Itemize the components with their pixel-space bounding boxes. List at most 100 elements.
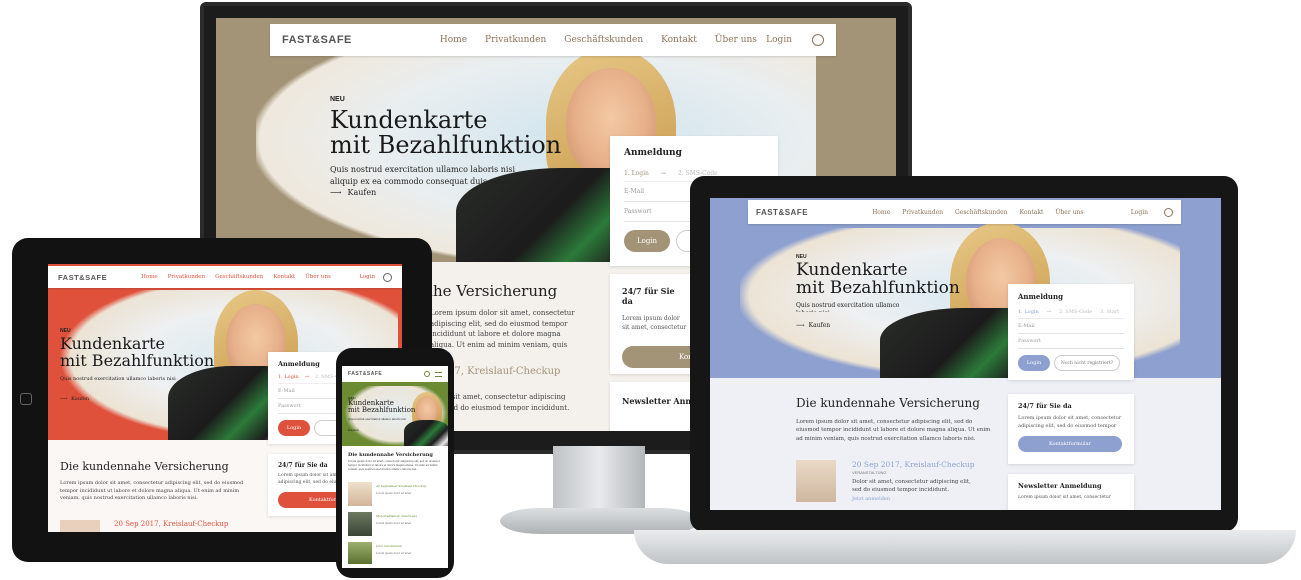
hero-title-line1: Kundenkarte <box>330 106 488 134</box>
nav-kontakt[interactable]: Kontakt <box>661 35 697 45</box>
login-button[interactable]: Login <box>624 230 670 252</box>
section-text: Lorem ipsum dolor sit amet, consectetur … <box>348 460 440 471</box>
contact-button[interactable]: Kontaktformular <box>1018 436 1122 452</box>
laptop-base <box>634 530 1296 564</box>
phone-item-title-1[interactable]: 20 September Kreislauf-Checkup <box>376 484 442 488</box>
hero-text: Quis nostrud exercitation ullamco labori… <box>796 302 900 312</box>
arrow-right-icon: ⟶ <box>60 396 68 402</box>
hero-title-line2: mit Bezahlfunktion <box>60 350 215 370</box>
event-date: 20 Sep 2017, Kreislauf-Checkup <box>852 460 975 469</box>
logo[interactable]: FAST&SAFE <box>756 208 808 217</box>
section-text: Lorem ipsum dolor sit amet, consectetur … <box>60 480 244 501</box>
login-button[interactable]: Login <box>1018 355 1050 371</box>
service-text: Lorem ipsum dolor sit amet, consectetur … <box>622 315 687 331</box>
event-image <box>60 520 100 532</box>
nav-home[interactable]: Home <box>872 209 890 216</box>
phone-item-image-1 <box>348 482 372 506</box>
nav-kontakt[interactable]: Kontakt <box>1020 209 1044 216</box>
nav-geschaeftskunden[interactable]: Geschäftskunden <box>215 274 263 280</box>
nav-kontakt[interactable]: Kontakt <box>273 274 295 280</box>
search-icon[interactable] <box>383 272 392 282</box>
nav-ueber-uns[interactable]: Über uns <box>715 35 757 45</box>
login-card: Anmeldung 1. Login → 2. SMS-Code 3. Start E… <box>1008 284 1134 380</box>
newsletter-card: Newsletter Anmeldung Lorem ipsum dolor s… <box>1008 474 1134 510</box>
event-image <box>796 460 836 502</box>
login-step-1[interactable]: 1. Login <box>278 374 299 380</box>
nav-ueber-uns[interactable]: Über uns <box>1055 209 1083 216</box>
nav-geschaeftskunden[interactable]: Geschäftskunden <box>564 35 643 45</box>
login-card-title: Anmeldung <box>1018 292 1064 301</box>
menu-icon[interactable] <box>435 371 442 377</box>
hero-title-line2: mit Bezahlfunktion <box>348 406 416 415</box>
event-date: 20 Sep 2017, Kreislauf-Checkup <box>114 520 229 528</box>
hero-text: Quis nostrud exercitation ullamco labori… <box>348 418 406 421</box>
section-text: Lorem ipsum dolor sit amet, consectetur … <box>796 419 991 442</box>
event-text: Dolor sit amet, consectetur adipiscing e… <box>852 479 971 494</box>
search-icon[interactable] <box>424 371 430 377</box>
newsletter-text: Lorem ipsum dolor sit amet, consectetur <box>1018 495 1111 500</box>
contact-button[interactable]: Kontak <box>622 346 700 368</box>
login-step-1[interactable]: 1. Login <box>624 170 649 177</box>
nav-ueber-uns[interactable]: Über uns <box>305 274 331 280</box>
hero-title-line2: mit Bezahlfunktion <box>330 131 562 160</box>
section-title: Die kundennahe Versicherung <box>348 452 433 458</box>
email-field[interactable]: E-Mail <box>1018 319 1124 334</box>
hero-title-line2: mit Bezahlfunktion <box>796 277 960 298</box>
phone-item-text-1: Lorem ipsum dolor sit amet <box>376 492 412 495</box>
tablet-home-button[interactable] <box>20 393 32 405</box>
phone-item-image-2 <box>348 512 372 536</box>
login-card-title: Anmeldung <box>624 148 682 158</box>
nav-privatkunden[interactable]: Privatkunden <box>485 35 546 45</box>
nav-home[interactable]: Home <box>440 35 467 45</box>
login-button[interactable]: Login <box>278 420 310 436</box>
logo[interactable]: FAST&SAFE <box>348 371 382 377</box>
event-date: 17, Kreislauf-Checkup <box>448 366 561 377</box>
phone-item-title-3[interactable]: Jetzt informieren <box>376 544 442 548</box>
search-icon[interactable] <box>812 34 824 46</box>
register-button[interactable]: Noch nicht registriert? <box>1054 355 1120 371</box>
phone-screen: FAST&SAFE NEU Kundenkarte mit Bezahlfunk… <box>342 366 448 568</box>
phone-item-image-3 <box>348 542 372 564</box>
arrow-icon: → <box>660 170 666 177</box>
hero-cta[interactable]: ⟶ Kaufen <box>330 188 376 197</box>
nav-home[interactable]: Home <box>141 274 158 280</box>
hero-cta[interactable]: ⟶ Kaufen <box>60 396 89 402</box>
service-card: 24/7 für Sie da Lorem ipsum dolor sit am… <box>1008 394 1134 464</box>
service-title: 24/7 für Sie da <box>622 286 675 306</box>
hero-cta[interactable]: Kaufen <box>348 428 359 432</box>
event-category: VERANSTALTUNG <box>852 470 887 475</box>
arrow-right-icon: ⟶ <box>796 322 805 329</box>
logo[interactable]: FAST&SAFE <box>282 34 352 46</box>
nav-privatkunden[interactable]: Privatkunden <box>902 209 943 216</box>
service-text: Lorem ipsum dolor sit amet, consectetur … <box>1018 415 1122 429</box>
event-link[interactable]: Jetzt anmelden <box>852 496 890 502</box>
login-link[interactable]: Login <box>766 35 792 45</box>
arrow-icon: → <box>304 374 309 380</box>
hero-cta-label: Kaufen <box>808 322 831 329</box>
arrow-icon: → <box>1046 309 1051 315</box>
hero-cta-label: Kaufen <box>71 396 90 402</box>
section-text: Lorem ipsum dolor sit amet, consectetur … <box>430 309 575 348</box>
laptop-hero <box>710 198 1221 378</box>
section-title: Die kundennahe Versicherung <box>60 460 229 473</box>
search-icon[interactable] <box>1164 207 1173 217</box>
laptop-screen: FAST&SAFE Home Privatkunden Geschäftskun… <box>710 198 1221 510</box>
service-title: 24/7 für Sie da <box>1018 402 1072 410</box>
login-link[interactable]: Login <box>1131 209 1148 216</box>
hero-text: Quis nostrud exercitation ullamco labori… <box>60 376 176 382</box>
nav-geschaeftskunden[interactable]: Geschäftskunden <box>955 209 1008 216</box>
phone-item-title-2[interactable]: Motorradfahrer unterwegs <box>376 514 442 518</box>
phone-item-text-2: Lorem ipsum dolor sit amet <box>376 522 412 525</box>
logo[interactable]: FAST&SAFE <box>58 273 107 282</box>
login-step-3: 3. Start <box>1100 309 1120 315</box>
section-title: Die kundennahe Versicherung <box>796 396 980 410</box>
login-step-1[interactable]: 1. Login <box>1018 309 1039 315</box>
newsletter-card: Newsletter Anme <box>610 382 700 431</box>
login-link[interactable]: Login <box>359 274 375 280</box>
nav-privatkunden[interactable]: Privatkunden <box>168 274 205 280</box>
password-field[interactable]: Passwort <box>1018 334 1124 349</box>
hero-cta-label: Kaufen <box>347 188 377 197</box>
hero-cta[interactable]: ⟶ Kaufen <box>796 322 830 329</box>
login-step-2: 2. SMS-Code <box>1058 309 1093 315</box>
section-title: ahe Versicherung <box>424 282 558 300</box>
